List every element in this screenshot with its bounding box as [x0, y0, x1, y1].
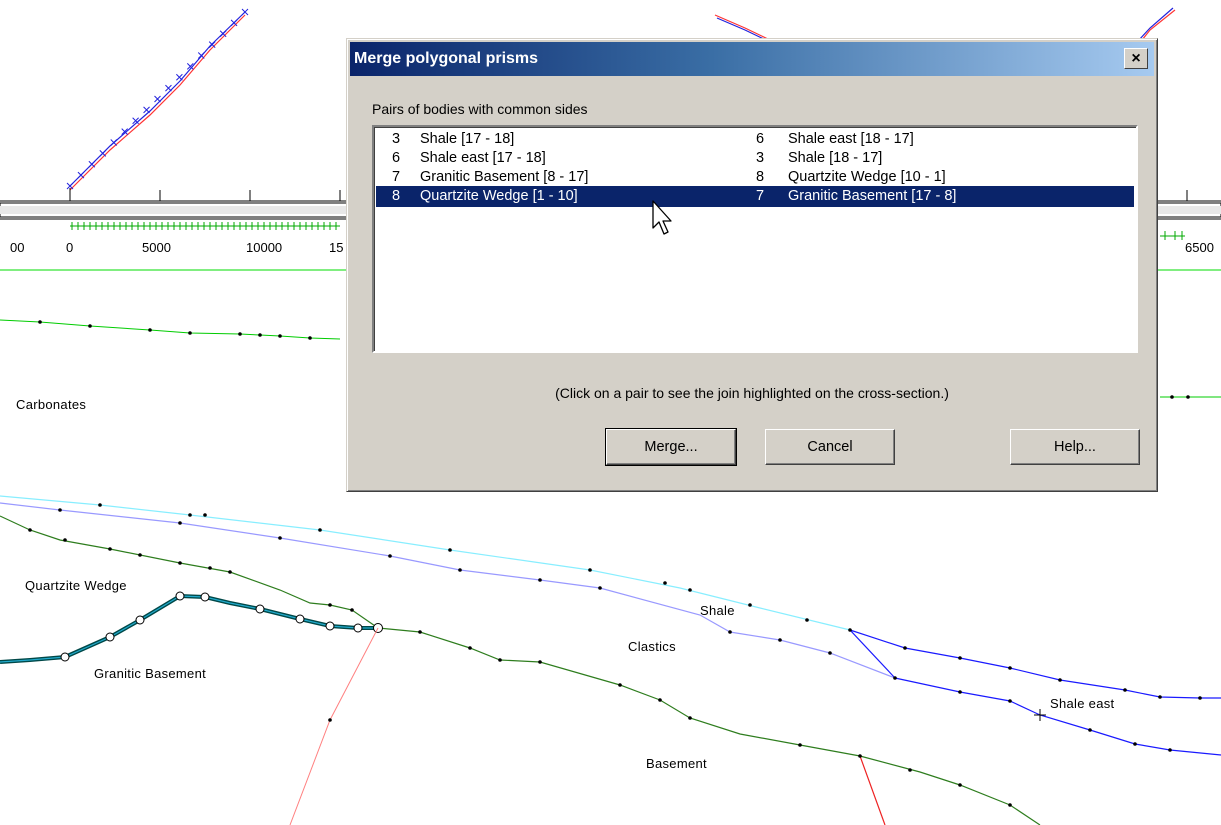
shale-east-base-line [894, 677, 1221, 756]
clastics-top-line [0, 502, 896, 679]
tick-label-5000: 5000 [142, 240, 171, 255]
pair-right-name: Granitic Basement [17 - 8] [788, 188, 957, 204]
merge-polygonal-prisms-dialog: Merge polygonal prisms × Pairs of bodies… [346, 38, 1158, 492]
pair-left-id: 7 [392, 169, 401, 185]
pair-row[interactable]: 7 Granitic Basement [8 - 17] 8 Quartzite… [376, 167, 1134, 188]
pair-left-name: Shale [17 - 18] [420, 131, 515, 147]
pair-right-name: Quartzite Wedge [10 - 1] [788, 169, 946, 185]
label-shale: Shale [700, 603, 735, 618]
pair-left-id: 3 [392, 131, 401, 147]
pair-left-id: 8 [392, 188, 401, 204]
tick-label-10000: 10000 [246, 240, 282, 255]
pair-right-id: 3 [756, 150, 765, 166]
dialog-titlebar[interactable]: Merge polygonal prisms × [350, 42, 1154, 76]
pair-left-name: Quartzite Wedge [1 - 10] [420, 188, 578, 204]
dialog-title: Merge polygonal prisms [354, 50, 539, 67]
pair-right-name: Shale [18 - 17] [788, 150, 883, 166]
pair-right-name: Shale east [18 - 17] [788, 131, 914, 147]
tick-label-15: 15 [329, 240, 343, 255]
carbonates-top-line [0, 319, 341, 340]
fault-line-west [289, 627, 379, 825]
pair-row[interactable]: 6 Shale east [17 - 18] 3 Shale [18 - 17] [376, 148, 1134, 169]
pair-right-id: 7 [756, 188, 765, 204]
close-icon: × [1131, 49, 1141, 67]
pair-right-id: 8 [756, 169, 765, 185]
shale-east-top-line [849, 629, 1221, 699]
pair-row[interactable]: 3 Shale [17 - 18] 6 Shale east [18 - 17] [376, 129, 1134, 150]
tick-label-00: 00 [10, 240, 24, 255]
pair-left-id: 6 [392, 150, 401, 166]
pair-row-selected[interactable]: 8 Quartzite Wedge [1 - 10] 7 Granitic Ba… [376, 186, 1134, 207]
cancel-button[interactable]: Cancel [765, 429, 895, 465]
pairs-listbox[interactable]: 3 Shale [17 - 18] 6 Shale east [18 - 17]… [372, 125, 1138, 353]
pair-left-name: Shale east [17 - 18] [420, 150, 546, 166]
pair-right-id: 6 [756, 131, 765, 147]
close-button[interactable]: × [1124, 48, 1148, 69]
fault-line-east [859, 755, 886, 825]
label-carbonates: Carbonates [16, 397, 86, 412]
label-basement: Basement [646, 756, 707, 771]
label-shale-east: Shale east [1050, 696, 1115, 711]
highlighted-join [0, 593, 378, 664]
mouse-pointer-icon [652, 200, 672, 235]
tick-label-0: 0 [66, 240, 73, 255]
label-granitic-basement: Granitic Basement [94, 666, 206, 681]
tick-label-6500: 6500 [1185, 240, 1214, 255]
pair-left-name: Granitic Basement [8 - 17] [420, 169, 589, 185]
label-clastics: Clastics [628, 639, 676, 654]
pairs-list-label: Pairs of bodies with common sides [372, 101, 588, 117]
label-quartzite-wedge: Quartzite Wedge [25, 578, 127, 593]
hint-text: (Click on a pair to see the join highlig… [555, 385, 949, 401]
merge-button[interactable]: Merge... [605, 428, 737, 466]
help-button[interactable]: Help... [1010, 429, 1140, 465]
